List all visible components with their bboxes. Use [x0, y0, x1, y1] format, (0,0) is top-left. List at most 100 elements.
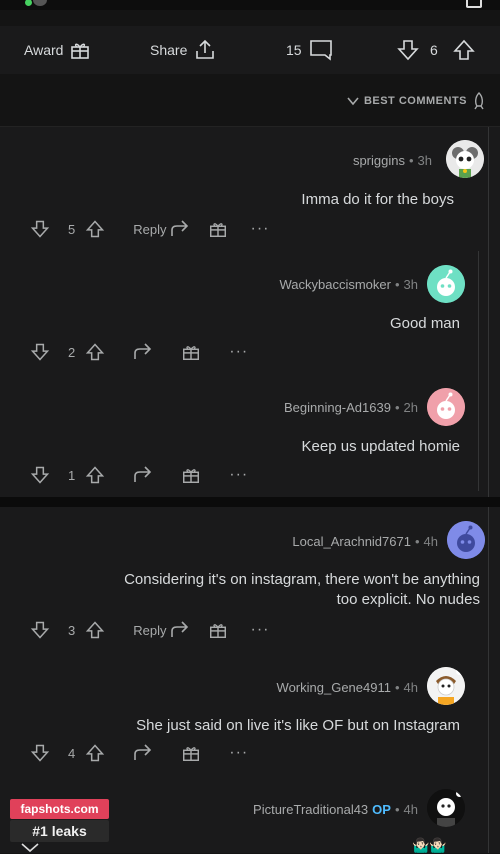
reply-label[interactable]: Reply — [133, 222, 166, 237]
gift-icon[interactable] — [181, 465, 201, 485]
vote-count: 2 — [68, 344, 76, 360]
comment-actions: 3 Reply ··· — [30, 619, 269, 641]
upvote-icon[interactable] — [85, 219, 105, 239]
downvote-post-button[interactable]: 6 — [396, 26, 438, 74]
more-options-icon[interactable]: ··· — [229, 343, 248, 361]
reply-arrow-icon[interactable] — [170, 621, 190, 639]
avatar — [427, 667, 465, 705]
rocket-icon — [472, 92, 486, 110]
downvote-icon[interactable] — [30, 342, 50, 362]
meta-separator: • — [394, 802, 400, 817]
comment-actions: 5 Reply ··· — [30, 218, 269, 240]
downvote-icon — [396, 38, 420, 62]
comment-meta: Wackybaccismoker • 3h — [279, 277, 418, 292]
chevron-down-icon — [20, 843, 40, 853]
avatar — [427, 789, 465, 827]
gift-icon[interactable] — [181, 743, 201, 763]
reply-arrow-icon[interactable] — [133, 466, 153, 484]
meta-separator: • — [394, 680, 400, 695]
comment-meta: Working_Gene4911 • 4h — [277, 680, 418, 695]
online-dot-icon — [25, 0, 32, 6]
username[interactable]: Wackybaccismoker — [279, 277, 390, 292]
comment-meta: spriggins • 3h — [353, 153, 432, 168]
sort-selector[interactable]: BEST COMMENTS — [347, 92, 486, 110]
reply-label[interactable]: Reply — [133, 623, 166, 638]
comment-text: Keep us updated homie — [301, 438, 460, 455]
thread-line — [488, 507, 489, 853]
vote-count: 3 — [68, 622, 76, 638]
vote-count: 6 — [430, 42, 438, 58]
vote-count: 1 — [68, 467, 76, 483]
post-action-bar: Award Share 15 6 — [0, 26, 500, 74]
username[interactable]: Local_Arachnid7671 — [292, 534, 411, 549]
meta-separator: • — [414, 534, 420, 549]
comment-bubble-icon — [308, 38, 334, 62]
sort-label: BEST COMMENTS — [363, 95, 467, 107]
comment-actions: 4 ··· — [30, 742, 248, 764]
comments-button[interactable]: 15 — [286, 26, 334, 74]
watermark-site: fapshots.com — [10, 799, 109, 819]
avatar — [446, 140, 484, 178]
downvote-icon[interactable] — [30, 465, 50, 485]
overflow-icon[interactable] — [466, 0, 482, 8]
comment-age: 3h — [417, 153, 432, 168]
thread-separator — [0, 497, 500, 507]
comment-age: 2h — [403, 400, 418, 415]
share-button[interactable]: Share — [150, 26, 217, 74]
vote-count: 5 — [68, 221, 76, 237]
downvote-icon[interactable] — [30, 743, 50, 763]
avatar — [33, 0, 47, 6]
comment-age: 4h — [403, 680, 418, 695]
upvote-icon[interactable] — [85, 743, 105, 763]
comment-meta: Local_Arachnid7671 • 4h — [292, 534, 438, 549]
avatar — [447, 521, 485, 559]
username[interactable]: Working_Gene4911 — [277, 680, 391, 695]
gift-icon[interactable] — [208, 219, 228, 239]
award-label: Award — [24, 42, 64, 58]
emoji-row: 🤷🏻‍♂️🤷🏻‍♂️ — [412, 837, 447, 853]
comment-actions: 1 ··· — [30, 464, 248, 486]
comment-actions: 2 ··· — [30, 341, 248, 363]
comment-age: 4h — [403, 802, 418, 817]
gift-icon — [69, 39, 91, 61]
upvote-icon[interactable] — [85, 342, 105, 362]
more-options-icon[interactable]: ··· — [229, 466, 248, 484]
more-options-icon[interactable]: ··· — [250, 621, 269, 639]
gift-icon[interactable] — [181, 342, 201, 362]
downvote-icon[interactable] — [30, 219, 50, 239]
username[interactable]: PictureTraditional43 — [253, 802, 368, 817]
thread-line — [478, 251, 479, 491]
comment-meta: PictureTraditional43 OP • 4h — [253, 802, 418, 817]
award-button[interactable]: Award — [24, 26, 91, 74]
reply-arrow-icon[interactable] — [170, 220, 190, 238]
sort-bar: BEST COMMENTS — [0, 76, 500, 127]
comment-text: She just said on live it's like OF but o… — [136, 717, 460, 734]
more-options-icon[interactable]: ··· — [229, 744, 248, 762]
reply-arrow-icon[interactable] — [133, 744, 153, 762]
gift-icon[interactable] — [208, 620, 228, 640]
reply-arrow-icon[interactable] — [133, 343, 153, 361]
meta-separator: • — [394, 400, 400, 415]
comment-age: 4h — [423, 534, 438, 549]
comment-meta: Beginning-Ad1639 • 2h — [284, 400, 418, 415]
upvote-icon[interactable] — [85, 620, 105, 640]
downvote-icon[interactable] — [30, 620, 50, 640]
upvote-post-button[interactable] — [452, 26, 476, 74]
avatar — [427, 265, 465, 303]
op-badge: OP — [372, 802, 391, 817]
username[interactable]: spriggins — [353, 153, 405, 168]
username[interactable]: Beginning-Ad1639 — [284, 400, 391, 415]
meta-separator: • — [394, 277, 400, 292]
more-options-icon[interactable]: ··· — [250, 220, 269, 238]
comment-text: Considering it's on instagram, there won… — [10, 570, 480, 610]
comment-text-line: Considering it's on instagram, there won… — [124, 571, 480, 588]
avatar — [427, 388, 465, 426]
upvote-icon — [452, 38, 476, 62]
top-strip — [0, 0, 500, 10]
share-label: Share — [150, 42, 188, 58]
comment-text-line: too explicit. No nudes — [336, 591, 480, 608]
share-icon — [193, 38, 217, 62]
thread-line — [488, 127, 489, 497]
upvote-icon[interactable] — [85, 465, 105, 485]
vote-count: 4 — [68, 745, 76, 761]
